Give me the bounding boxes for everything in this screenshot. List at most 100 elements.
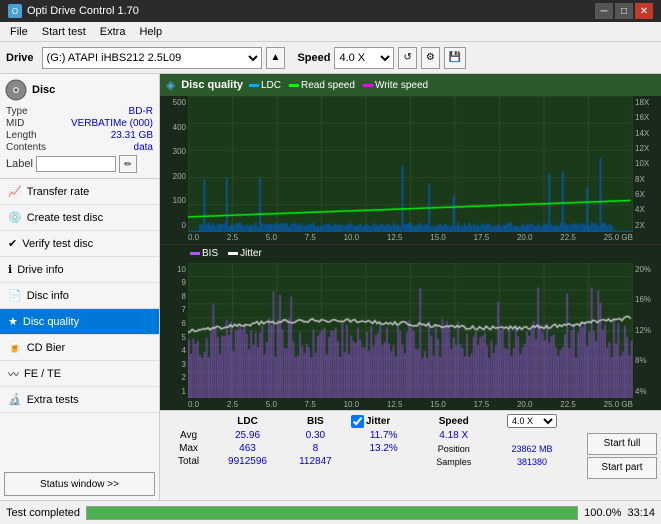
disc-label-row: Label ✏ — [4, 154, 155, 174]
disc-type-label: Type — [6, 106, 28, 117]
legend-jitter-dot — [228, 252, 238, 255]
disc-mid-row: MID VERBATIMe (000) — [4, 118, 155, 129]
eject-button[interactable]: ▲ — [266, 47, 286, 69]
chart-area: 500 400 300 200 100 0 18X 16X 14X 1 — [160, 96, 661, 410]
stats-total-jitter — [347, 455, 421, 468]
bottom-chart-x-axis: 0.0 2.5 5.0 7.5 10.0 12.5 15.0 17.5 20.0… — [160, 398, 661, 410]
fe-te-label: FE / TE — [24, 368, 61, 380]
action-buttons: Start full Start part — [583, 411, 661, 500]
start-part-button[interactable]: Start part — [587, 457, 657, 479]
menu-file[interactable]: File — [4, 25, 34, 39]
bottom-chart — [188, 263, 633, 399]
options-button[interactable]: ⚙ — [421, 47, 440, 69]
drive-label: Drive — [6, 52, 34, 64]
progress-bar-container — [86, 506, 578, 520]
sidebar-item-disc-quality[interactable]: ★ Disc quality — [0, 309, 159, 335]
bottom-chart-container: 10 9 8 7 6 5 4 3 2 1 20 — [160, 263, 661, 411]
legend-jitter-label: Jitter — [240, 248, 262, 259]
sidebar-item-create-test-disc[interactable]: 💿 Create test disc — [0, 205, 159, 231]
jitter-header-label: Jitter — [366, 416, 390, 427]
top-chart — [188, 96, 633, 232]
disc-length-label: Length — [6, 130, 37, 141]
sidebar-item-verify-test-disc[interactable]: ✔ Verify test disc — [0, 231, 159, 257]
fe-te-icon: 〰 — [8, 366, 19, 382]
status-text: Test completed — [6, 507, 80, 519]
create-test-disc-icon: 💿 — [8, 211, 22, 224]
status-time: 33:14 — [627, 507, 655, 519]
content-header-icon: ◈ — [166, 78, 175, 92]
stats-avg-speed: 4.18 X — [420, 429, 487, 442]
drive-select[interactable]: (G:) ATAPI iHBS212 2.5L09 — [42, 47, 262, 69]
disc-quality-icon: ★ — [8, 315, 18, 328]
disc-contents-label: Contents — [6, 142, 46, 153]
disc-type-row: Type BD-R — [4, 106, 155, 117]
transfer-rate-label: Transfer rate — [27, 186, 90, 198]
disc-contents-value: data — [134, 142, 153, 153]
speed-label: Speed — [297, 52, 330, 64]
legend-ldc: LDC — [249, 80, 281, 91]
stats-samples-value: 381380 — [487, 455, 577, 468]
stats-position-value: 23862 MB — [487, 442, 577, 455]
sidebar-item-disc-info[interactable]: 📄 Disc info — [0, 283, 159, 309]
speed-select-stats[interactable]: 4.0 X — [507, 414, 557, 428]
disc-length-row: Length 23.31 GB — [4, 130, 155, 141]
disc-label-input[interactable] — [36, 156, 116, 172]
menu-start-test[interactable]: Start test — [36, 25, 92, 39]
toolbar: Drive (G:) ATAPI iHBS212 2.5L09 ▲ Speed … — [0, 42, 661, 74]
disc-icon — [4, 78, 28, 102]
legend-jitter: Jitter — [228, 248, 262, 259]
disc-label-edit-button[interactable]: ✏ — [119, 155, 137, 173]
legend-read-speed-label: Read speed — [301, 80, 355, 91]
verify-test-disc-icon: ✔ — [8, 237, 17, 250]
disc-type-value: BD-R — [129, 106, 153, 117]
stats-bar: LDC BIS Jitter Speed — [160, 410, 661, 500]
stats-avg-row: Avg 25.96 0.30 11.7% 4.18 X — [166, 429, 577, 442]
stats-max-label: Max — [166, 442, 211, 455]
col-header-jitter: Jitter — [347, 413, 421, 429]
status-window-button[interactable]: Status window >> — [4, 472, 155, 496]
title-bar-text: Opti Drive Control 1.70 — [27, 5, 139, 17]
bottom-chart-y-axis-right: 20% 16% 12% 8% 4% — [633, 263, 661, 399]
top-chart-x-axis: 0.0 2.5 5.0 7.5 10.0 12.5 15.0 17.5 20.0… — [160, 232, 661, 244]
bottom-chart-inner: 10 9 8 7 6 5 4 3 2 1 20 — [160, 263, 661, 399]
main-area: Disc Type BD-R MID VERBATIMe (000) Lengt… — [0, 74, 661, 500]
cd-bier-icon: 🍺 — [8, 341, 22, 354]
bottom-chart-legend-bar: BIS Jitter — [160, 245, 661, 263]
sidebar-item-fe-te[interactable]: 〰 FE / TE — [0, 361, 159, 387]
stats-total-row: Total 9912596 112847 Samples 381380 — [166, 455, 577, 468]
jitter-check-label[interactable]: Jitter — [351, 415, 417, 428]
minimize-button[interactable]: ─ — [595, 3, 613, 19]
sidebar-item-cd-bier[interactable]: 🍺 CD Bier — [0, 335, 159, 361]
menu-help[interactable]: Help — [133, 25, 168, 39]
stats-table: LDC BIS Jitter Speed — [160, 411, 583, 500]
stats-total-ldc: 9912596 — [211, 455, 284, 468]
top-chart-legend: LDC Read speed Write speed — [249, 80, 428, 91]
menu-extra[interactable]: Extra — [94, 25, 132, 39]
stats-avg-extra — [487, 429, 577, 442]
start-full-button[interactable]: Start full — [587, 433, 657, 455]
app-icon: O — [8, 4, 22, 18]
top-chart-inner: 500 400 300 200 100 0 18X 16X 14X 1 — [160, 96, 661, 232]
legend-bis-label: BIS — [202, 248, 218, 259]
title-bar-controls[interactable]: ─ □ ✕ — [595, 3, 653, 19]
stats-avg-jitter: 11.7% — [347, 429, 421, 442]
bottom-chart-canvas — [188, 263, 633, 399]
extra-tests-label: Extra tests — [27, 394, 79, 406]
top-chart-y-axis-left: 500 400 300 200 100 0 — [160, 96, 188, 232]
speed-select[interactable]: 4.0 X — [334, 47, 394, 69]
disc-info-label: Disc info — [27, 290, 69, 302]
col-header-speed-select: 4.0 X — [487, 413, 577, 429]
legend-read-speed: Read speed — [289, 80, 355, 91]
save-button[interactable]: 💾 — [444, 47, 466, 69]
disc-contents-row: Contents data — [4, 142, 155, 153]
sidebar-item-extra-tests[interactable]: 🔬 Extra tests — [0, 387, 159, 413]
sidebar-item-transfer-rate[interactable]: 📈 Transfer rate — [0, 179, 159, 205]
bottom-chart-y-axis-left: 10 9 8 7 6 5 4 3 2 1 — [160, 263, 188, 399]
close-button[interactable]: ✕ — [635, 3, 653, 19]
jitter-checkbox[interactable] — [351, 415, 364, 428]
refresh-button[interactable]: ↺ — [398, 47, 416, 69]
sidebar-item-drive-info[interactable]: ℹ Drive info — [0, 257, 159, 283]
disc-mid-label: MID — [6, 118, 24, 129]
drive-info-label: Drive info — [17, 264, 63, 276]
maximize-button[interactable]: □ — [615, 3, 633, 19]
